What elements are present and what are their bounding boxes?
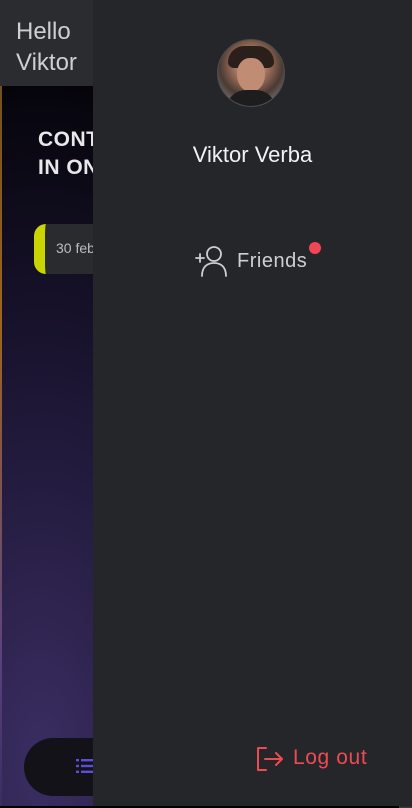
avatar[interactable]	[217, 39, 285, 107]
contest-title-line2: IN ON	[38, 156, 99, 179]
drawer-item-friends-label: Friends	[237, 249, 308, 272]
avatar-shirt	[226, 90, 276, 106]
greeting: Hello Viktor	[16, 16, 77, 78]
screen-edge-glow	[0, 0, 2, 806]
notification-dot	[309, 242, 321, 254]
logout-icon	[257, 747, 283, 771]
navigation-drawer: Viktor Verba Friends Log out	[93, 0, 412, 806]
greeting-line2: Viktor	[16, 49, 77, 76]
event-chip-date: 30 feb	[56, 240, 95, 256]
user-name: Viktor Verba	[192, 142, 313, 167]
list-icon[interactable]	[76, 758, 94, 774]
contest-title: CONT IN ON	[38, 126, 100, 182]
add-user-icon	[195, 246, 227, 277]
drawer-item-friends[interactable]: Friends	[194, 243, 324, 279]
greeting-line1: Hello	[16, 18, 71, 45]
logout-button[interactable]: Log out	[253, 742, 412, 774]
avatar-face	[237, 58, 265, 92]
logout-label: Log out	[293, 746, 368, 769]
contest-title-line1: CONT	[38, 128, 100, 151]
